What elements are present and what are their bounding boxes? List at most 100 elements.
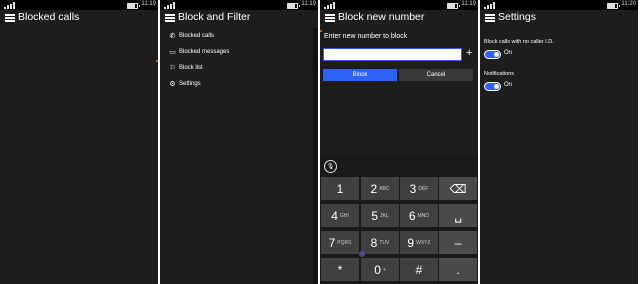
menu-item-blocked-messages[interactable]: ▭ Blocked messages <box>168 46 229 58</box>
scroll-indicator <box>320 30 322 32</box>
page-title: Block and Filter <box>178 11 251 23</box>
status-time: 11:19 <box>141 1 156 7</box>
key-digit: 5 <box>371 208 379 223</box>
add-contact-button[interactable]: + <box>466 47 472 59</box>
dialpad-key[interactable]: 0 + <box>361 258 399 281</box>
cancel-button[interactable]: Cancel <box>399 69 473 81</box>
key-digit: 4 <box>331 208 338 223</box>
screen-settings: 11:20 Settings Block calls with no calle… <box>480 0 638 284</box>
key-letters: DEF <box>418 185 429 192</box>
key-letters: PQRS <box>337 239 352 246</box>
menu-item-label: Settings <box>179 81 201 87</box>
key-digit: 2 <box>370 181 378 196</box>
menu-item-settings[interactable]: ⚙ Settings <box>168 78 201 90</box>
key-letters: JKL <box>380 212 389 219</box>
key-digit: # <box>415 262 423 277</box>
hamburger-menu-icon[interactable] <box>485 14 495 22</box>
page-title: Settings <box>498 11 536 23</box>
dialpad-key[interactable]: 8 TUV <box>361 231 399 254</box>
dialpad-key[interactable]: 7 PQRS <box>321 231 359 254</box>
signal-icon <box>324 2 335 9</box>
block-list-icon: ⚐ <box>169 65 176 72</box>
enter-number-label: Enter new number to block <box>324 33 408 40</box>
key-letters: ABC <box>379 185 390 192</box>
dialpad-key[interactable]: # <box>400 258 438 281</box>
phone-icon: ✆ <box>169 33 176 40</box>
dialpad-key[interactable]: 5 JKL <box>361 204 399 227</box>
setting-label-no-caller-id: Block calls with no caller I.D. <box>484 39 554 45</box>
key-digit: 1 <box>336 181 344 196</box>
dialpad-key[interactable]: 3 DEF <box>400 177 438 200</box>
dialpad-key[interactable]: ⌫ <box>439 177 477 200</box>
status-bar: 11:20 <box>480 0 638 10</box>
side-shadow <box>313 28 318 284</box>
screen-blocked-calls: 11:19 Blocked calls <box>0 0 158 284</box>
menu-item-label: Blocked calls <box>179 33 215 39</box>
battery-icon <box>287 3 300 9</box>
battery-icon <box>607 3 620 9</box>
app-header: Block and Filter <box>160 10 318 28</box>
hamburger-menu-icon[interactable] <box>325 14 335 22</box>
dialpad-key[interactable]: 6 MNO <box>400 204 438 227</box>
menu-item-block-list[interactable]: ⚐ Block list <box>168 62 203 74</box>
hamburger-menu-icon[interactable] <box>165 14 175 22</box>
setting-label-notifications: Notifications <box>484 71 514 77</box>
dialpad-keyboard: 🎙 1 2 ABC 3 DEF ⌫ 4 GHI 5 JKL 6 MNO ␣ 7 PQRS 8 TUV 9 WXYZ –… <box>320 156 478 284</box>
dialpad-key[interactable]: – <box>439 231 477 254</box>
dialpad-key[interactable]: 1 <box>321 177 359 200</box>
phone-number-input[interactable] <box>323 48 462 61</box>
key-digit: ⌫ <box>449 181 467 196</box>
page-title: Block new number <box>338 11 425 23</box>
key-digit: 8 <box>370 235 378 250</box>
dialpad-key[interactable]: 9 WXYZ <box>400 231 438 254</box>
key-digit: 9 <box>407 235 415 250</box>
hamburger-menu-icon[interactable] <box>5 14 15 22</box>
key-letters: MNO <box>417 212 430 219</box>
menu-item-label: Block list <box>179 65 203 71</box>
key-digit: 0 <box>374 262 381 277</box>
signal-icon <box>484 2 495 9</box>
key-letters: GHI <box>339 212 349 219</box>
keyboard-cursor-dot <box>359 251 365 257</box>
app-header: Block new number <box>320 10 478 28</box>
message-icon: ▭ <box>169 49 176 56</box>
toggle-state: On <box>504 50 513 56</box>
page-title: Blocked calls <box>18 11 80 23</box>
menu-item-blocked-calls[interactable]: ✆ Blocked calls <box>168 30 214 42</box>
key-letters: TUV <box>379 239 390 246</box>
gear-icon: ⚙ <box>169 81 176 88</box>
status-time: 11:19 <box>301 1 316 7</box>
block-button[interactable]: Block <box>323 69 397 81</box>
status-bar: 11:19 <box>0 0 158 10</box>
battery-icon <box>127 3 140 9</box>
toggle-state: On <box>504 82 513 88</box>
dialpad-key[interactable]: * <box>321 258 359 281</box>
screen-block-new-number: 11:19 Block new number Enter new number … <box>320 0 478 284</box>
signal-icon <box>164 2 175 9</box>
status-bar: 11:19 <box>320 0 478 10</box>
toggle-no-caller-id[interactable] <box>484 50 501 59</box>
app-header: Settings <box>480 10 638 28</box>
key-digit: – <box>454 235 462 250</box>
key-digit: . <box>456 262 460 277</box>
signal-icon <box>4 2 15 9</box>
key-digit: ␣ <box>454 208 462 223</box>
status-time: 11:20 <box>621 1 636 7</box>
scroll-indicator <box>156 60 158 62</box>
microphone-icon[interactable]: 🎙 <box>324 160 337 173</box>
dialpad-key[interactable]: ␣ <box>439 204 477 227</box>
app-header: Blocked calls <box>0 10 158 28</box>
key-digit: 7 <box>328 235 336 250</box>
key-digit: 6 <box>408 208 416 223</box>
dialpad-key[interactable]: . <box>439 258 477 281</box>
toggle-notifications[interactable] <box>484 82 501 91</box>
key-digit: * <box>337 262 343 277</box>
key-letters: WXYZ <box>416 239 431 246</box>
battery-icon <box>447 3 460 9</box>
dialpad-key[interactable]: 4 GHI <box>321 204 359 227</box>
menu-item-label: Blocked messages <box>179 49 230 55</box>
screen-block-and-filter: 11:19 Block and Filter ✆ Blocked calls ▭… <box>160 0 318 284</box>
dialpad-key[interactable]: 2 ABC <box>361 177 399 200</box>
status-bar: 11:19 <box>160 0 318 10</box>
key-digit: 3 <box>409 181 417 196</box>
